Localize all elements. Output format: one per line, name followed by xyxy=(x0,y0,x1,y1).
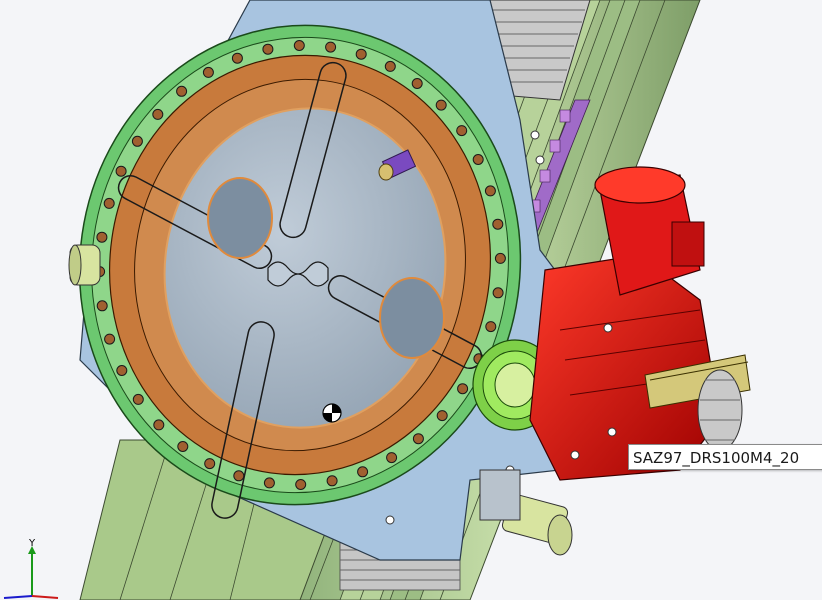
bolt-hole xyxy=(176,85,188,97)
bolt-hole xyxy=(457,383,469,395)
output-shaft[interactable] xyxy=(479,469,573,556)
bolt-hole xyxy=(384,60,396,72)
bolt-hole xyxy=(355,48,367,60)
bolt-hole xyxy=(262,43,274,55)
left-shaft-stub[interactable] xyxy=(68,244,101,286)
bolt-hole xyxy=(204,458,216,470)
bolt-hole xyxy=(104,333,116,345)
triad-z-axis xyxy=(3,595,33,599)
tooltip-text: SAZ97_DRS100M4_20 xyxy=(633,449,800,467)
bolt-hole xyxy=(96,300,108,312)
bolt-hole xyxy=(153,419,165,431)
bolt-hole xyxy=(386,452,398,464)
bolt-hole xyxy=(177,441,189,452)
cad-viewport[interactable]: SAZ97_DRS100M4_20 Y xyxy=(0,0,822,600)
bolt-hole xyxy=(233,470,245,482)
bolt-hole xyxy=(494,252,506,264)
bolt-hole xyxy=(152,108,164,120)
assembly-model[interactable] xyxy=(0,0,822,600)
bolt-hole xyxy=(131,135,143,147)
bolt-hole xyxy=(472,154,484,165)
bolt-hole xyxy=(295,479,307,490)
bolt-hole xyxy=(492,287,504,299)
bolt-hole xyxy=(96,231,108,243)
bolt-hole xyxy=(103,197,115,209)
bolt-hole xyxy=(436,410,448,422)
bolt-hole xyxy=(115,165,127,177)
triad-x-axis xyxy=(31,595,59,599)
bolt-hole xyxy=(116,365,128,376)
reference-triad[interactable]: Y xyxy=(0,538,60,600)
bolt-hole xyxy=(293,40,305,51)
bolt-hole xyxy=(485,321,497,333)
bolt-hole xyxy=(492,218,504,230)
bolt-hole xyxy=(326,475,338,487)
component-tooltip: SAZ97_DRS100M4_20 xyxy=(628,444,822,470)
bolt-hole xyxy=(456,125,468,137)
bolt-hole xyxy=(411,78,423,89)
bolt-hole xyxy=(325,41,337,53)
bolt-hole xyxy=(132,393,144,405)
bolt-hole xyxy=(202,66,214,78)
bolt-hole xyxy=(484,185,496,197)
motor-fan-guard[interactable] xyxy=(697,369,743,451)
bolt-hole xyxy=(231,52,243,64)
bolt-hole xyxy=(263,477,275,489)
bolt-hole xyxy=(357,466,369,478)
triad-y-label: Y xyxy=(28,538,36,549)
bolt-hole xyxy=(435,99,447,111)
bolt-hole xyxy=(412,433,424,445)
center-of-mass-marker[interactable] xyxy=(322,403,342,423)
